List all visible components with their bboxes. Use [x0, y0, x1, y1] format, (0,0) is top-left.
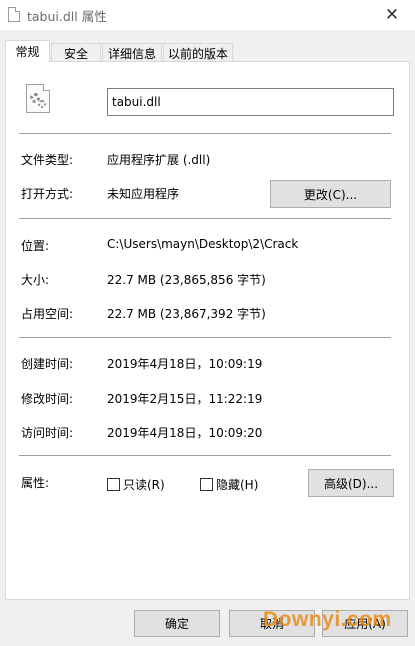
file-type-value: 应用程序扩展 (.dll)	[107, 153, 211, 167]
advanced-button[interactable]: 高级(D)...	[308, 469, 394, 497]
ok-button[interactable]: 确定	[134, 610, 220, 637]
created-label: 创建时间:	[21, 357, 74, 371]
location-label: 位置:	[21, 239, 50, 253]
divider	[19, 337, 391, 338]
location-value: C:\Users\mayn\Desktop\2\Crack	[107, 237, 299, 251]
hidden-checkbox[interactable]: 隐藏(H)	[200, 476, 258, 493]
modified-label: 修改时间:	[21, 392, 74, 406]
modified-value: 2019年2月15日，11:22:19	[107, 392, 263, 406]
accessed-value: 2019年4月18日，10:09:20	[107, 426, 263, 440]
tab-details[interactable]: 详细信息	[102, 43, 162, 62]
change-button[interactable]: 更改(C)...	[270, 180, 391, 208]
opens-with-label: 打开方式:	[21, 187, 74, 201]
readonly-checkbox-box[interactable]	[107, 478, 120, 491]
file-name-input[interactable]	[107, 88, 394, 116]
divider	[19, 133, 391, 134]
size-label: 大小:	[21, 273, 50, 287]
readonly-label: 只读(R)	[123, 478, 165, 492]
size-value: 22.7 MB (23,865,856 字节)	[107, 273, 266, 287]
tab-general[interactable]: 常规	[5, 40, 50, 62]
title-bar: tabui.dll 属性 ✕	[0, 0, 415, 30]
tab-security[interactable]: 安全	[51, 43, 101, 62]
size-on-disk-label: 占用空间:	[21, 307, 74, 321]
general-panel: 文件类型: 应用程序扩展 (.dll) 打开方式: 未知应用程序 更改(C)..…	[5, 61, 410, 600]
divider	[19, 218, 391, 219]
tab-previous-versions[interactable]: 以前的版本	[163, 43, 233, 62]
file-type-label: 文件类型:	[21, 153, 74, 167]
dll-file-icon	[26, 84, 50, 113]
attributes-label: 属性:	[21, 476, 50, 490]
hidden-checkbox-box[interactable]	[200, 478, 213, 491]
window-title: tabui.dll 属性	[27, 9, 107, 24]
small-gear-icon	[38, 100, 46, 108]
created-value: 2019年4月18日，10:09:19	[107, 357, 263, 371]
accessed-label: 访问时间:	[21, 426, 74, 440]
readonly-checkbox[interactable]: 只读(R)	[107, 476, 165, 493]
hidden-label: 隐藏(H)	[216, 478, 259, 492]
file-icon	[8, 7, 20, 22]
watermark-logo: Downyi.com	[263, 608, 392, 631]
size-on-disk-value: 22.7 MB (23,867,392 字节)	[107, 307, 266, 321]
opens-with-value: 未知应用程序	[107, 187, 180, 201]
divider	[19, 455, 391, 456]
close-button[interactable]: ✕	[369, 0, 415, 30]
